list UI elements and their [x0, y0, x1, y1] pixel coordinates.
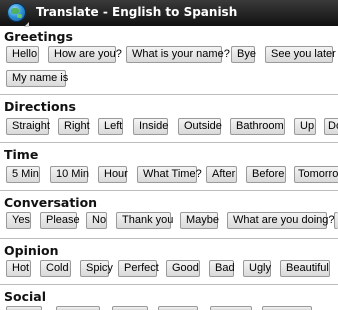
phrase-button-tomorrow[interactable]: Tomorrow: [294, 166, 338, 183]
section-header-opinion: Opinion: [4, 243, 59, 258]
phrase-button-yes[interactable]: Yes: [6, 212, 31, 229]
phrase-button-how-are-you[interactable]: How are you?: [48, 46, 122, 63]
section-divider: [0, 190, 338, 191]
phrase-button-social-5[interactable]: [210, 306, 252, 310]
phrase-button-social-3[interactable]: [112, 306, 148, 310]
section-header-social: Social: [4, 289, 47, 304]
phrase-button-social-1[interactable]: [6, 306, 42, 310]
phrase-button-social-2[interactable]: [56, 306, 100, 310]
phrase-button-thank-you[interactable]: Thank you: [116, 212, 173, 229]
section-header-greetings: Greetings: [4, 29, 73, 44]
phrase-button-before[interactable]: Before: [246, 166, 286, 183]
phrase-button-left[interactable]: Left: [98, 118, 123, 135]
phrase-button-ugly[interactable]: Ugly: [243, 260, 271, 277]
phrase-button-bathroom[interactable]: Bathroom: [230, 118, 285, 135]
phrase-button-please[interactable]: Please: [40, 212, 80, 229]
phrase-button-what-is-your-name[interactable]: What is your name?: [126, 46, 230, 63]
phrase-button-maybe[interactable]: Maybe: [180, 212, 219, 229]
phrase-button-hello[interactable]: Hello: [6, 46, 39, 63]
section-divider: [0, 94, 338, 95]
phrase-button-my-name-is[interactable]: My name is: [6, 70, 68, 87]
phrase-button-social-6[interactable]: [262, 306, 312, 310]
phrase-button-good[interactable]: Good: [166, 260, 200, 277]
phrase-button-hot[interactable]: Hot: [6, 260, 31, 277]
phrase-button-no[interactable]: No: [86, 212, 107, 229]
phrase-button-up[interactable]: Up: [294, 118, 316, 135]
section-divider: [0, 284, 338, 285]
phrase-button-10-min[interactable]: 10 Min: [50, 166, 89, 183]
phrase-button-spicy[interactable]: Spicy: [80, 260, 113, 277]
phrase-button-perfect[interactable]: Perfect: [118, 260, 159, 277]
app-title: Translate - English to Spanish: [36, 5, 238, 19]
phrase-button-beautiful[interactable]: Beautiful: [280, 260, 330, 277]
phrase-button-hour[interactable]: Hour: [98, 166, 128, 183]
section-header-conversation: Conversation: [4, 195, 98, 210]
section-divider: [0, 238, 338, 239]
section-divider: [0, 142, 338, 143]
phrase-button-see-you-later[interactable]: See you later: [265, 46, 336, 63]
phrase-button-outside[interactable]: Outside: [178, 118, 222, 135]
phrase-button-what-are-you-doing[interactable]: What are you doing?: [227, 212, 335, 229]
phrase-button-after[interactable]: After: [206, 166, 237, 183]
phrase-button-straight[interactable]: Straight: [6, 118, 50, 135]
section-header-time: Time: [4, 147, 39, 162]
section-header-directions: Directions: [4, 99, 76, 114]
phrase-button-cold[interactable]: Cold: [40, 260, 71, 277]
phrase-button-right[interactable]: Right: [58, 118, 90, 135]
phrase-button-inside[interactable]: Inside: [133, 118, 168, 135]
phrase-button-bye[interactable]: Bye: [231, 46, 256, 63]
phrase-button-bad[interactable]: Bad: [209, 260, 235, 277]
phrase-button-down[interactable]: Do: [324, 118, 338, 135]
title-bar: Translate - English to Spanish: [0, 0, 338, 27]
menu-caret-icon: [24, 17, 29, 27]
phrase-button-clipped[interactable]: [334, 212, 338, 229]
phrase-button-social-4[interactable]: [158, 306, 198, 310]
phrase-button-what-time[interactable]: What Time?: [137, 166, 202, 183]
phrase-button-5-min[interactable]: 5 Min: [6, 166, 40, 183]
